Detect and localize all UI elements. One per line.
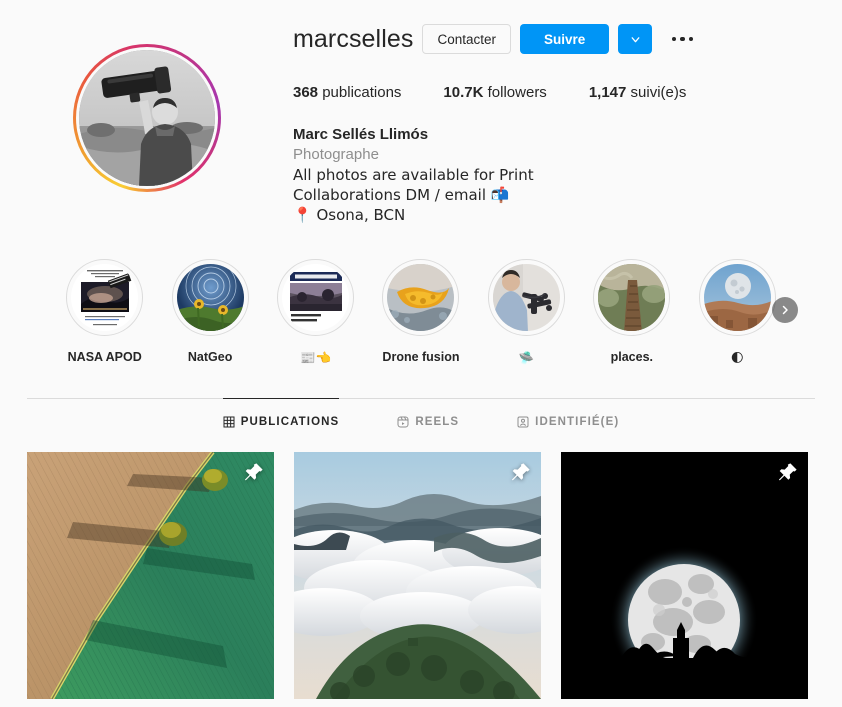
post-grid xyxy=(0,442,842,699)
highlight-ring xyxy=(487,259,565,336)
stat-posts[interactable]: 368 publications xyxy=(293,84,401,101)
tab-label: IDENTIFIÉ(E) xyxy=(535,416,620,428)
highlights-next-button[interactable] xyxy=(772,297,798,323)
follow-dropdown-button[interactable] xyxy=(618,24,653,54)
contact-button[interactable]: Contacter xyxy=(422,24,512,54)
highlight-ring xyxy=(66,259,144,336)
tab-publications[interactable]: PUBLICATIONS xyxy=(222,398,340,442)
post-image-3 xyxy=(561,452,808,699)
avatar-story-ring[interactable] xyxy=(72,44,221,192)
posts-count: 368 xyxy=(293,84,319,101)
newspaper-clipping-image xyxy=(282,264,350,331)
post-thumbnail-3[interactable] xyxy=(561,452,808,699)
boardwalk-path-image xyxy=(598,264,666,331)
instagram-profile-page: marcselles Contacter Suivre 368 publicat… xyxy=(0,0,842,707)
storm-lightning-card-image xyxy=(71,264,139,331)
following-count: 1,147 xyxy=(588,84,627,101)
avatar-column xyxy=(0,22,293,225)
highlight-thumbnail xyxy=(598,264,666,331)
highlight-ring xyxy=(382,259,460,336)
highlight-label: NASA APOD xyxy=(67,350,142,364)
profile-location: 📍 Osona, BCN xyxy=(293,206,406,224)
highlight-drone[interactable]: 🛸 xyxy=(474,259,579,366)
highlight-thumbnail xyxy=(492,264,560,331)
profile-info-column: marcselles Contacter Suivre 368 publicat… xyxy=(293,22,842,225)
more-options-button[interactable] xyxy=(667,24,697,54)
highlight-label: 🛸 xyxy=(518,350,535,365)
highlight-label: 📰👈 xyxy=(299,350,332,365)
highlight-thumbnail xyxy=(176,264,244,331)
highlight-thumbnail xyxy=(282,264,350,331)
followers-label: followers xyxy=(487,84,547,101)
highlight-ring xyxy=(698,259,776,336)
chevron-right-icon xyxy=(782,305,788,315)
highlight-thumbnail xyxy=(387,264,455,331)
highlight-natgeo[interactable]: NatGeo xyxy=(157,259,262,366)
stat-following[interactable]: 1,147 suivi(e)s xyxy=(589,84,687,101)
reels-icon xyxy=(397,416,409,428)
highlight-label: Drone fusion xyxy=(382,350,460,364)
moonrise-silhouette-image xyxy=(561,452,808,699)
highlight-thumbnail xyxy=(703,264,771,331)
stat-followers[interactable]: 10.7K followers xyxy=(443,84,546,101)
tab-reels[interactable]: REELS xyxy=(397,398,459,442)
chevron-down-icon xyxy=(631,36,640,42)
highlight-label: NatGeo xyxy=(187,350,233,364)
post-image-1 xyxy=(27,452,274,699)
profile-tabs: PUBLICATIONS REELS IDENTIFIÉ(E) xyxy=(0,398,842,442)
bio-section: Marc Sellés Llimós Photographe All photo… xyxy=(293,125,812,225)
highlight-ring xyxy=(277,259,355,336)
tab-tagged[interactable]: IDENTIFIÉ(E) xyxy=(517,398,619,442)
profile-category: Photographe xyxy=(293,146,379,163)
avatar-ring-inner xyxy=(75,47,218,189)
followers-count: 10.7K xyxy=(443,84,484,101)
moon-over-ridge-image xyxy=(703,264,771,331)
follow-button[interactable]: Suivre xyxy=(520,24,610,54)
highlight-label: places. xyxy=(610,350,654,364)
tab-label: PUBLICATIONS xyxy=(240,416,340,428)
post-thumbnail-1[interactable] xyxy=(27,452,274,699)
aerial-abstract-image xyxy=(387,264,455,331)
star-trails-sunflower-image xyxy=(176,264,244,331)
avatar-image xyxy=(78,50,215,186)
full-name: Marc Sellés Llimós xyxy=(293,126,429,143)
more-options-icon xyxy=(671,36,694,42)
aerial-farmland-image xyxy=(27,452,274,699)
highlight-ring xyxy=(171,259,249,336)
pin-icon xyxy=(511,463,530,481)
highlight-nasa-apod[interactable]: NASA APOD xyxy=(52,259,157,366)
bio-line-1: All photos are available for Print xyxy=(293,166,534,184)
tab-label: REELS xyxy=(415,416,460,428)
avatar[interactable] xyxy=(78,50,215,186)
profile-header: marcselles Contacter Suivre 368 publicat… xyxy=(0,0,842,225)
username: marcselles xyxy=(293,25,414,53)
highlight-ring xyxy=(593,259,671,336)
highlight-label: 🌓 xyxy=(730,350,744,365)
pin-icon xyxy=(778,463,797,481)
username-action-row: marcselles Contacter Suivre xyxy=(293,22,812,56)
highlight-places[interactable]: places. xyxy=(579,259,684,366)
post-thumbnail-2[interactable] xyxy=(294,452,541,699)
highlight-drone-fusion[interactable]: Drone fusion xyxy=(368,259,473,366)
grid-icon xyxy=(223,416,235,428)
highlight-newspaper[interactable]: 📰👈 xyxy=(263,259,368,366)
story-highlights: NASA APOD NatGeo 📰👈 Drone fusion 🛸 place… xyxy=(0,259,842,366)
following-label: suivi(e)s xyxy=(630,84,687,101)
tagged-icon xyxy=(517,416,529,428)
man-holding-drone-image xyxy=(492,264,560,331)
highlight-thumbnail xyxy=(71,264,139,331)
posts-label: publications xyxy=(322,84,402,101)
stats-row: 368 publications 10.7K followers 1,147 s… xyxy=(293,84,812,101)
sea-of-clouds-image xyxy=(294,452,541,699)
bio-line-2: Collaborations DM / email 📬 xyxy=(293,186,510,204)
post-image-2 xyxy=(294,452,541,699)
pin-icon xyxy=(244,463,263,481)
